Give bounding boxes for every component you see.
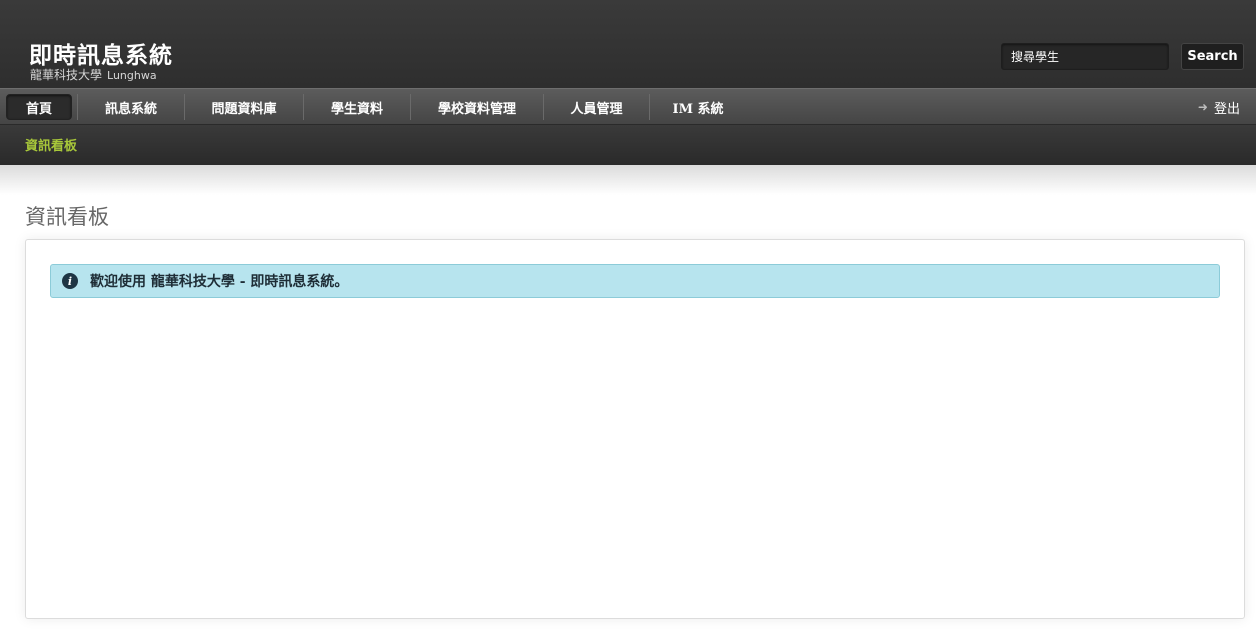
content-panel: i 歡迎使用 龍華科技大學 - 即時訊息系統。: [25, 239, 1245, 619]
nav-item-label: 學生資料: [330, 101, 383, 117]
logout-link[interactable]: ➜ 登出: [1198, 89, 1240, 125]
app-subtitle: 龍華科技大學 Lunghwa: [30, 66, 157, 83]
nav-item-messages[interactable]: 訊息系統: [78, 89, 184, 125]
logout-label: 登出: [1213, 101, 1240, 117]
main-nav: 首頁 訊息系統 問題資料庫 學生資料 學校資料管理 人員管理 IM 系統 ➜ 登…: [0, 88, 1256, 125]
info-icon: i: [62, 273, 78, 289]
page-title: 資訊看板: [25, 205, 109, 229]
subnav-item-dashboard[interactable]: 資訊看板: [25, 125, 77, 163]
welcome-alert: i 歡迎使用 龍華科技大學 - 即時訊息系統。: [50, 264, 1220, 298]
student-search-input[interactable]: [1001, 43, 1169, 70]
nav-item-label: 學校資料管理: [437, 101, 516, 117]
nav-item-label: 人員管理: [570, 101, 623, 117]
school-name: 龍華科技大學: [30, 68, 103, 82]
arrow-right-icon: ➜: [1197, 100, 1208, 114]
sub-nav: 資訊看板: [0, 125, 1256, 165]
nav-item-label: 訊息系統: [104, 101, 157, 117]
header-shadow: [0, 165, 1256, 195]
nav-item-im-system[interactable]: IM 系統: [650, 89, 746, 125]
search-button[interactable]: Search: [1181, 43, 1244, 70]
app-title: 即時訊息系統: [29, 43, 173, 69]
nav-item-home[interactable]: 首頁: [6, 89, 72, 125]
nav-item-question-db[interactable]: 問題資料庫: [185, 89, 303, 125]
alert-message: 歡迎使用 龍華科技大學 - 即時訊息系統。: [90, 274, 349, 290]
nav-item-student-data[interactable]: 學生資料: [304, 89, 410, 125]
nav-item-label: 問題資料庫: [211, 101, 277, 117]
school-name-latin: Lunghwa: [107, 69, 157, 82]
nav-item-label: 首頁: [6, 94, 72, 120]
nav-item-label: IM 系統: [672, 101, 724, 117]
app-header: 即時訊息系統 龍華科技大學 Lunghwa Search: [0, 0, 1256, 88]
nav-item-staff[interactable]: 人員管理: [544, 89, 649, 125]
nav-item-school-data[interactable]: 學校資料管理: [411, 89, 543, 125]
